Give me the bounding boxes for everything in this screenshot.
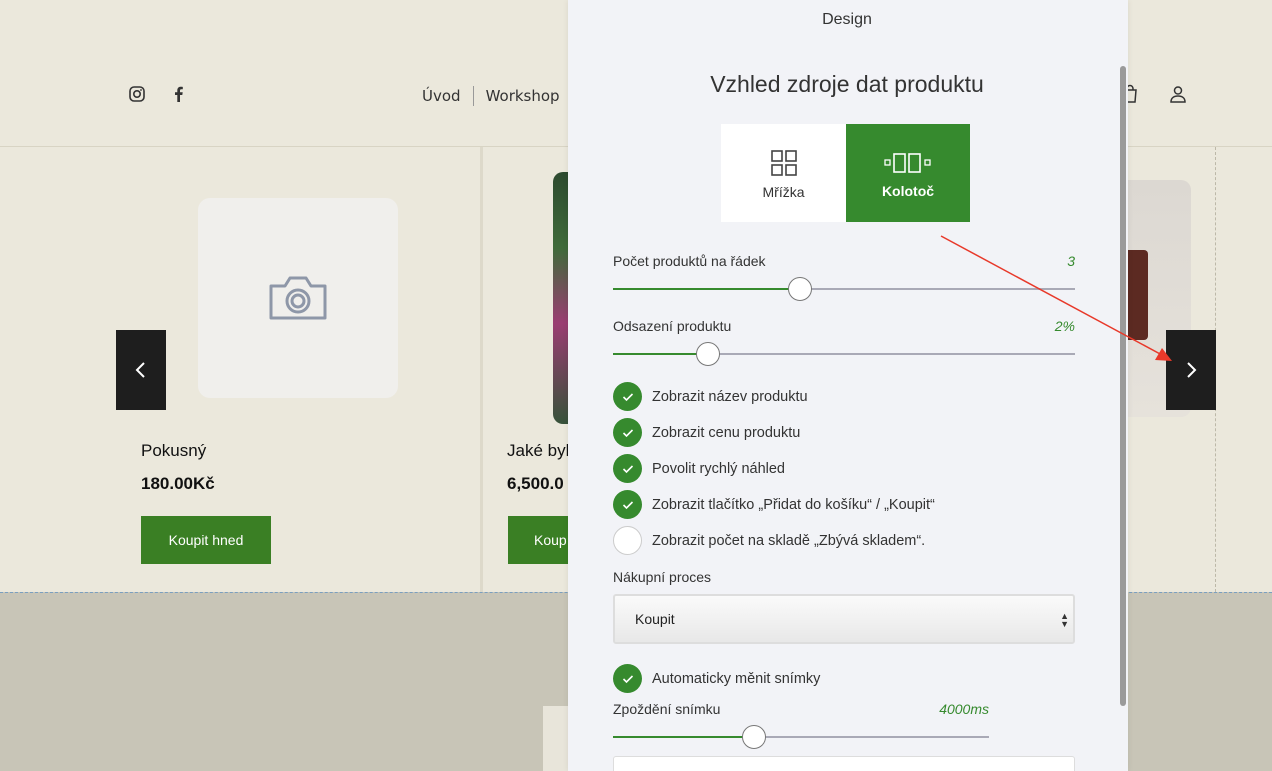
- design-panel: Design Vzhled zdroje dat produktu Mřížka…: [568, 0, 1128, 771]
- product-name: Jaké byl: [507, 441, 570, 460]
- buy-now-button[interactable]: Koup: [508, 516, 568, 564]
- slider-label: Zpoždění snímku: [613, 701, 721, 717]
- select-value: Koupit: [635, 611, 675, 627]
- social-links: [128, 85, 188, 103]
- chevron-left-icon: [135, 362, 145, 378]
- layout-option-grid[interactable]: Mřížka: [721, 124, 846, 222]
- slider-value: 2%: [1054, 318, 1075, 334]
- next-field[interactable]: [613, 756, 1075, 771]
- nav-divider: [472, 86, 474, 106]
- product-name: Pokusný: [141, 441, 207, 460]
- header-icons: [1120, 84, 1188, 109]
- checkbox-show-price[interactable]: Zobrazit cenu produktu: [613, 418, 800, 447]
- slider-thumb[interactable]: [696, 342, 720, 366]
- slider-fill: [613, 353, 708, 355]
- checkmark-icon[interactable]: [613, 490, 642, 519]
- slider-fill: [613, 736, 754, 738]
- purchase-process-select[interactable]: Koupit ▲ ▼: [613, 594, 1075, 644]
- checkbox-label: Povolit rychlý náhled: [652, 460, 785, 477]
- facebook-icon[interactable]: [170, 85, 188, 103]
- product-price: 6,500.0: [507, 474, 564, 493]
- checkmark-icon[interactable]: [613, 418, 642, 447]
- checkbox-label: Zobrazit název produktu: [652, 388, 808, 405]
- checkbox-quick-view[interactable]: Povolit rychlý náhled: [613, 454, 785, 483]
- panel-scrollbar[interactable]: [1120, 66, 1126, 706]
- checkmark-icon[interactable]: [613, 664, 642, 693]
- checkbox-show-name[interactable]: Zobrazit název produktu: [613, 382, 808, 411]
- slider-value: 3: [1067, 253, 1075, 269]
- slider-label: Odsazení produktu: [613, 318, 732, 334]
- checkbox-label: Zobrazit tlačítko „Přidat do košíku“ / „…: [652, 496, 935, 513]
- checkmark-icon[interactable]: [613, 454, 642, 483]
- grid-icon: [770, 150, 797, 176]
- checkbox-label: Zobrazit cenu produktu: [652, 424, 801, 441]
- slider-thumb[interactable]: [788, 277, 812, 301]
- slider-label: Počet produktů na řádek: [613, 253, 766, 269]
- product-spacing-slider[interactable]: [613, 342, 1075, 366]
- checkbox-label: Automaticky měnit snímky: [652, 670, 821, 687]
- instagram-icon[interactable]: [128, 85, 146, 103]
- carousel-icon: [884, 153, 931, 173]
- layout-option-carousel[interactable]: Kolotoč: [846, 124, 970, 222]
- chevron-right-icon: [1187, 362, 1197, 378]
- user-icon[interactable]: [1168, 84, 1188, 109]
- nav-item-workshop[interactable]: Workshop: [486, 87, 560, 105]
- slide-delay-slider[interactable]: [613, 725, 989, 749]
- carousel-prev-button[interactable]: [116, 330, 166, 410]
- select-caret-icon: ▲ ▼: [1060, 611, 1069, 629]
- carousel-next-button[interactable]: [1166, 330, 1216, 410]
- main-nav: Úvod Workshop: [422, 86, 560, 106]
- layout-option-label: Kolotoč: [881, 183, 935, 199]
- column-divider: [480, 147, 483, 592]
- checkmark-icon[interactable]: [613, 382, 642, 411]
- camera-icon: [269, 276, 327, 320]
- products-per-row-slider[interactable]: [613, 277, 1075, 301]
- slider-value: 4000ms: [939, 701, 989, 717]
- product-price: 180.00Kč: [141, 474, 215, 493]
- panel-title: Design: [822, 11, 872, 28]
- purchase-process-label: Nákupní proces: [613, 569, 712, 585]
- slider-thumb[interactable]: [742, 725, 766, 749]
- checkbox-show-stock[interactable]: Zobrazit počet na skladě „Zbývá skladem“…: [613, 526, 925, 555]
- product-image-placeholder[interactable]: [198, 198, 398, 398]
- layout-option-label: Mřížka: [762, 184, 805, 200]
- unchecked-circle[interactable]: [613, 526, 642, 555]
- checkbox-label: Zobrazit počet na skladě „Zbývá skladem“…: [652, 532, 926, 549]
- checkbox-show-buy-button[interactable]: Zobrazit tlačítko „Přidat do košíku“ / „…: [613, 490, 935, 519]
- panel-heading: Vzhled zdroje dat produktu: [710, 71, 984, 97]
- slider-fill: [613, 288, 800, 290]
- checkbox-autoslide[interactable]: Automaticky měnit snímky: [613, 664, 820, 693]
- nav-item-uvod[interactable]: Úvod: [422, 87, 461, 105]
- buy-now-button[interactable]: Koupit hned: [141, 516, 271, 564]
